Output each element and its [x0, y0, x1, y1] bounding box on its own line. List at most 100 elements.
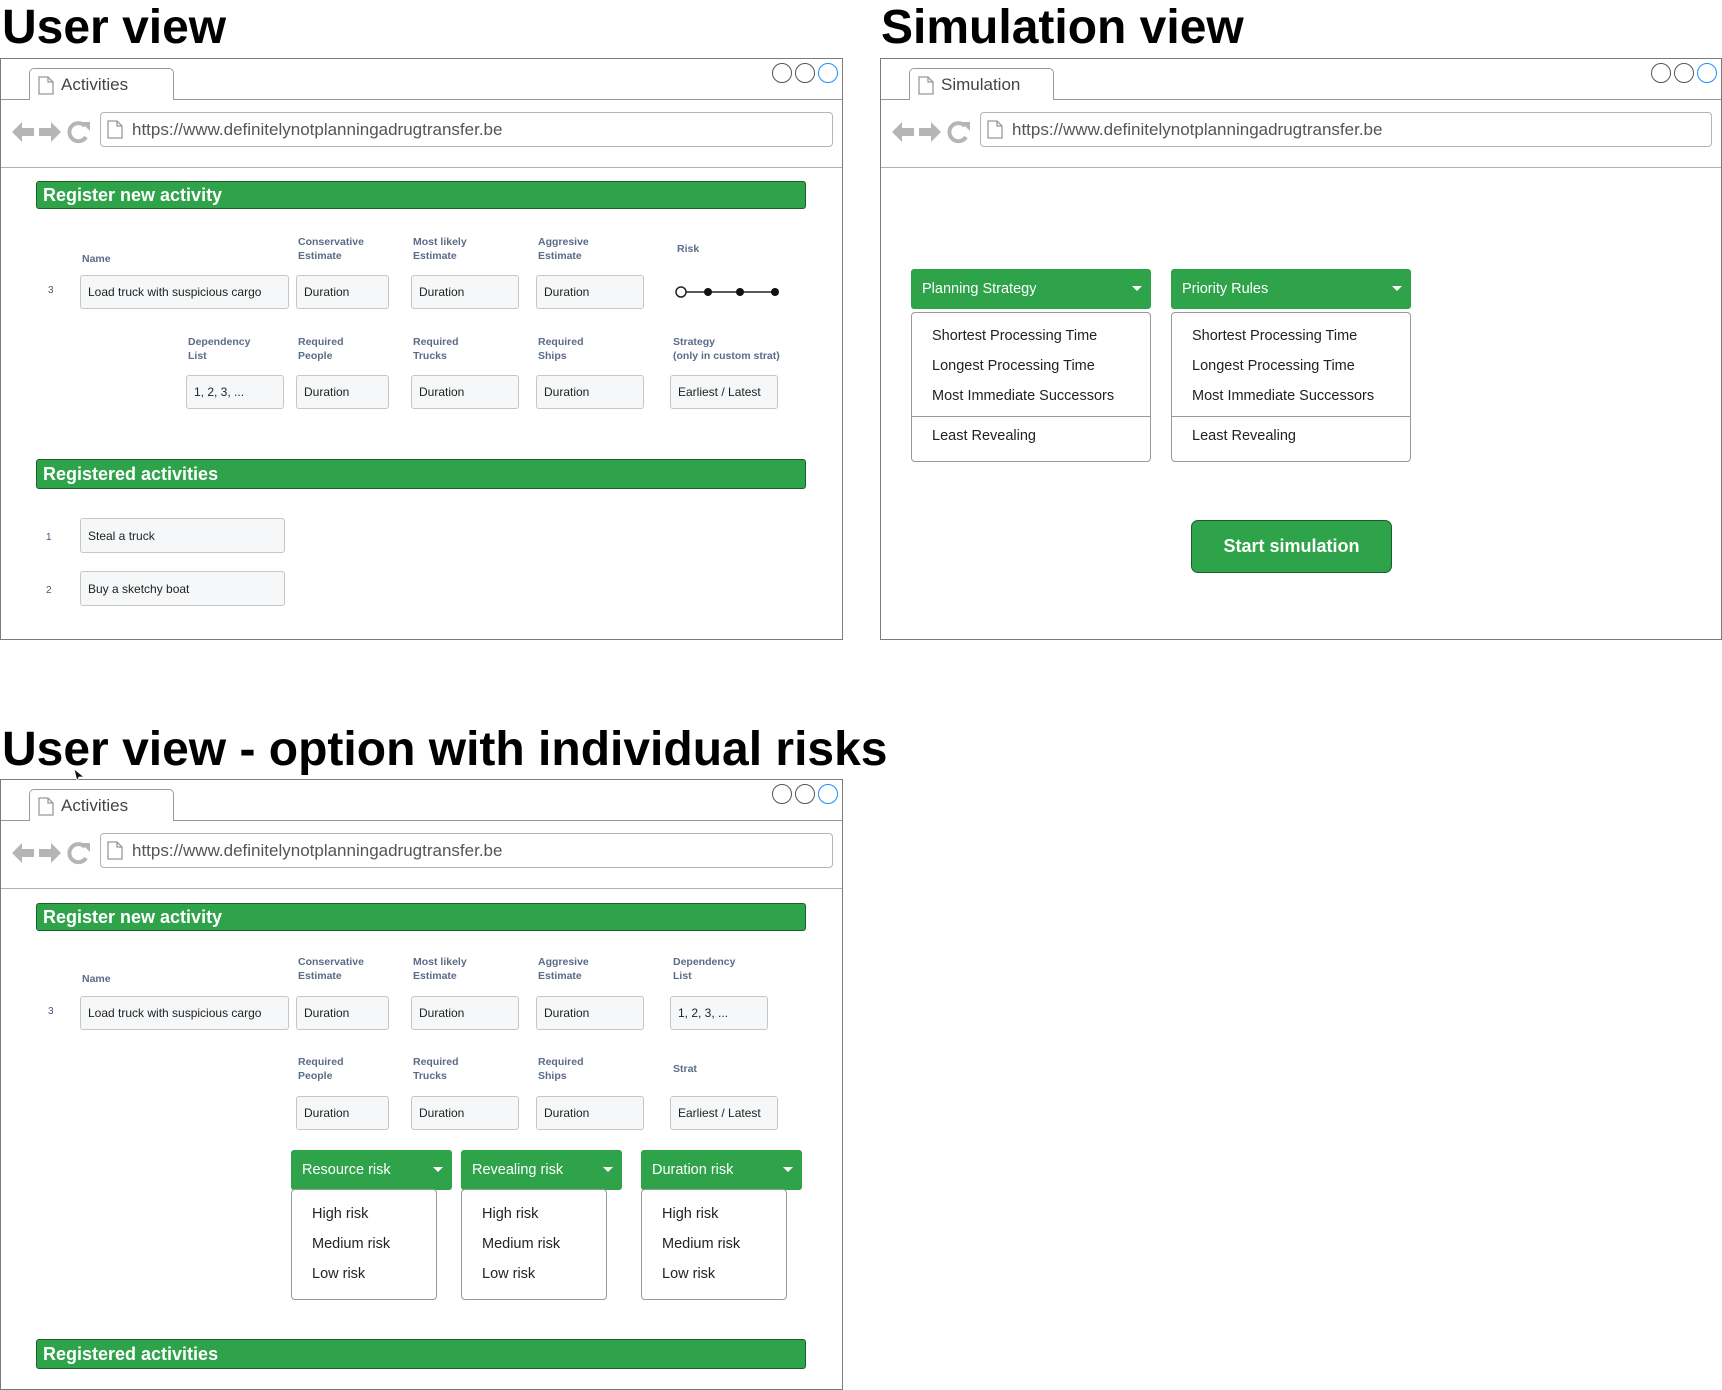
dependency-list-input[interactable]: 1, 2, 3, ... [186, 375, 284, 409]
dependency-list-input[interactable]: 1, 2, 3, ... [670, 996, 768, 1030]
forward-icon[interactable] [39, 843, 61, 863]
required-ships-input[interactable]: Duration [536, 375, 644, 409]
back-icon[interactable] [12, 843, 34, 863]
nav-bar: https://www.definitelynotplanningadrugtr… [881, 100, 1721, 168]
registered-activity-name[interactable]: Buy a sketchy boat [80, 571, 285, 606]
required-trucks-input[interactable]: Duration [411, 375, 519, 409]
url-text: https://www.definitelynotplanningadrugtr… [1012, 120, 1383, 139]
tab-strip: Activities [1, 59, 842, 100]
aggressive-estimate-input[interactable]: Duration [536, 275, 644, 309]
name-input[interactable]: Load truck with suspicious cargo [80, 275, 289, 309]
planning-strategy-dropdown[interactable]: Planning Strategy [911, 269, 1151, 309]
address-bar[interactable]: https://www.definitelynotplanningadrugtr… [980, 112, 1712, 147]
maximize-icon[interactable] [1674, 63, 1694, 83]
user-view-heading: User view [2, 1, 227, 54]
address-bar[interactable]: https://www.definitelynotplanningadrugtr… [100, 112, 833, 147]
required-people-input[interactable]: Duration [296, 1096, 389, 1130]
forward-icon[interactable] [39, 122, 61, 142]
nav-bar: https://www.definitelynotplanningadrugtr… [1, 100, 842, 168]
register-new-activity-banner: Register new activity [36, 181, 806, 209]
conservative-estimate-input[interactable]: Duration [296, 996, 389, 1030]
maximize-icon[interactable] [795, 63, 815, 83]
nav-buttons [892, 121, 970, 144]
menu-item[interactable]: Longest Processing Time [912, 355, 1150, 377]
menu-divider [1172, 416, 1410, 417]
dependency-list-label: Dependency List [673, 956, 736, 982]
dropdown-label: Revealing risk [472, 1162, 564, 1178]
menu-item[interactable]: Most Immediate Successors [912, 385, 1150, 407]
tab-label: Activities [61, 75, 129, 94]
tab-activities[interactable]: Activities [29, 789, 174, 821]
tab-activities[interactable]: Activities [29, 68, 174, 100]
menu-item[interactable]: Least Revealing [1172, 425, 1410, 447]
reload-icon[interactable] [67, 842, 90, 865]
duration-risk-dropdown[interactable]: Duration risk [641, 1150, 802, 1190]
forward-icon[interactable] [919, 122, 941, 142]
registered-activities-banner: Registered activities [36, 459, 806, 489]
resource-risk-dropdown[interactable]: Resource risk [291, 1150, 452, 1190]
most-likely-estimate-input[interactable]: Duration [411, 996, 519, 1030]
menu-item[interactable]: Least Revealing [912, 425, 1150, 447]
reload-icon[interactable] [67, 121, 90, 144]
start-simulation-button[interactable]: Start simulation [1191, 520, 1392, 573]
name-label: Name [82, 253, 111, 265]
menu-item[interactable]: Most Immediate Successors [1172, 385, 1410, 407]
minimize-icon[interactable] [772, 784, 792, 804]
maximize-icon[interactable] [795, 784, 815, 804]
registered-activity-name[interactable]: Steal a truck [80, 518, 285, 553]
close-icon[interactable] [1697, 63, 1717, 83]
menu-item[interactable]: Shortest Processing Time [912, 325, 1150, 347]
back-icon[interactable] [892, 122, 914, 142]
strategy-label: Strategy (only in custom strat) [673, 336, 780, 362]
priority-rules-dropdown[interactable]: Priority Rules [1171, 269, 1411, 309]
menu-item[interactable]: Medium risk [642, 1233, 786, 1255]
name-input[interactable]: Load truck with suspicious cargo [80, 996, 289, 1030]
close-icon[interactable] [818, 784, 838, 804]
menu-item[interactable]: High risk [462, 1203, 606, 1225]
menu-item[interactable]: Low risk [292, 1263, 436, 1285]
required-people-input[interactable]: Duration [296, 375, 389, 409]
back-icon[interactable] [12, 122, 34, 142]
required-trucks-input[interactable]: Duration [411, 1096, 519, 1130]
tab-simulation[interactable]: Simulation [909, 68, 1054, 100]
strat-input[interactable]: Earliest / Latest [670, 1096, 778, 1130]
row-number: 3 [48, 1006, 54, 1017]
reload-icon[interactable] [947, 121, 970, 144]
dropdown-label: Priority Rules [1182, 281, 1269, 297]
address-bar[interactable]: https://www.definitelynotplanningadrugtr… [100, 833, 833, 868]
user-view-option-window: Activities https://www.definitelynotplan… [0, 779, 843, 1390]
menu-item[interactable]: Low risk [642, 1263, 786, 1285]
row-number: 3 [48, 285, 54, 296]
most-likely-estimate-input[interactable]: Duration [411, 275, 519, 309]
aggressive-estimate-label: Aggresive Estimate [538, 956, 589, 982]
risk-slider[interactable] [671, 282, 781, 302]
required-ships-label: Required Ships [538, 1056, 584, 1082]
revealing-risk-menu: High risk Medium risk Low risk [461, 1189, 607, 1300]
menu-item[interactable]: High risk [292, 1203, 436, 1225]
minimize-icon[interactable] [772, 63, 792, 83]
menu-item[interactable]: Shortest Processing Time [1172, 325, 1410, 347]
conservative-estimate-input[interactable]: Duration [296, 275, 389, 309]
revealing-risk-dropdown[interactable]: Revealing risk [461, 1150, 622, 1190]
strategy-input[interactable]: Earliest / Latest [670, 375, 778, 409]
chevron-down-icon [783, 1167, 793, 1172]
mouse-cursor-icon [73, 768, 86, 782]
menu-item[interactable]: Longest Processing Time [1172, 355, 1410, 377]
required-ships-input[interactable]: Duration [536, 1096, 644, 1130]
minimize-icon[interactable] [1651, 63, 1671, 83]
close-icon[interactable] [818, 63, 838, 83]
menu-item[interactable]: High risk [642, 1203, 786, 1225]
menu-divider [912, 416, 1150, 417]
required-ships-label: Required Ships [538, 336, 584, 362]
tab-label: Activities [61, 796, 129, 815]
register-new-activity-banner: Register new activity [36, 903, 806, 931]
dropdown-label: Duration risk [652, 1162, 734, 1178]
menu-item[interactable]: Medium risk [292, 1233, 436, 1255]
registered-row-number: 2 [46, 585, 52, 596]
menu-item[interactable]: Medium risk [462, 1233, 606, 1255]
window-controls [772, 784, 838, 804]
nav-buttons [12, 842, 90, 865]
aggressive-estimate-input[interactable]: Duration [536, 996, 644, 1030]
page-icon [987, 120, 1003, 139]
menu-item[interactable]: Low risk [462, 1263, 606, 1285]
